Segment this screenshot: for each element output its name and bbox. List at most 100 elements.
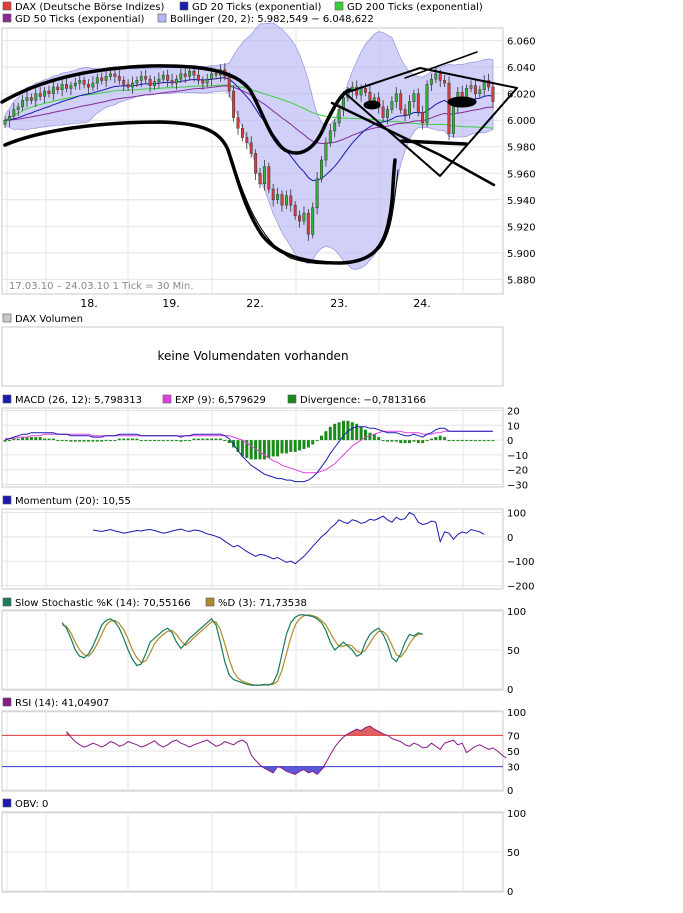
divergence-bar bbox=[78, 440, 82, 442]
legend-swatch-rsi bbox=[2, 697, 12, 707]
divergence-bar bbox=[139, 440, 143, 442]
candle-body bbox=[289, 195, 293, 206]
candle-body bbox=[232, 90, 236, 118]
candle-body bbox=[170, 80, 174, 84]
divergence-bar bbox=[7, 440, 11, 442]
candle-body bbox=[408, 101, 411, 116]
y-tick-label: 0 bbox=[507, 685, 513, 696]
divergence-bar bbox=[157, 440, 161, 442]
candle-body bbox=[117, 76, 121, 81]
y-tick-label: 10 bbox=[507, 421, 520, 432]
candle-body bbox=[38, 93, 42, 97]
y-tick-label: 0 bbox=[507, 887, 513, 898]
candle-body bbox=[51, 86, 55, 94]
divergence-bar bbox=[390, 440, 394, 442]
legend-swatch-volume bbox=[2, 313, 12, 323]
candle-body bbox=[280, 194, 284, 206]
volume-panel: DAX Volumen keine Volumendaten vorhanden bbox=[1, 313, 504, 387]
candle-body bbox=[25, 97, 29, 101]
legend-label-gd200: GD 200 Ticks (exponential) bbox=[347, 2, 483, 13]
divergence-bar bbox=[377, 437, 381, 441]
candle-body bbox=[153, 81, 156, 86]
y-tick-label: 100 bbox=[507, 708, 526, 719]
y-tick-label: 70 bbox=[507, 731, 520, 742]
divergence-bar bbox=[249, 440, 253, 460]
candle-body bbox=[293, 204, 297, 216]
divergence-bar bbox=[258, 440, 262, 460]
divergence-bar bbox=[276, 440, 280, 457]
divergence-bar bbox=[205, 438, 209, 441]
candle-body bbox=[179, 73, 183, 80]
divergence-bar bbox=[421, 440, 425, 444]
divergence-bar bbox=[73, 440, 77, 442]
divergence-bar bbox=[196, 438, 200, 441]
candle-body bbox=[192, 70, 196, 76]
divergence-bar bbox=[364, 429, 367, 441]
candle-body bbox=[188, 70, 192, 77]
stochastic-panel: Slow Stochastic %K (14): 70,55166 %D (3)… bbox=[1, 597, 526, 696]
candle-body bbox=[311, 207, 315, 235]
candle-body bbox=[254, 153, 258, 174]
legend-swatch-obv bbox=[2, 798, 12, 808]
candle-body bbox=[425, 84, 429, 124]
candle-body bbox=[271, 188, 275, 201]
divergence-bar bbox=[51, 438, 55, 441]
divergence-bar bbox=[82, 440, 86, 442]
divergence-bar bbox=[34, 437, 38, 441]
divergence-bar bbox=[478, 440, 482, 442]
divergence-bar bbox=[324, 431, 328, 441]
candle-body bbox=[183, 73, 187, 77]
candle-body bbox=[214, 73, 218, 76]
candle-body bbox=[364, 88, 367, 93]
legend-swatch-stoch-k bbox=[2, 597, 12, 607]
y-tick-label: 50 bbox=[507, 747, 520, 758]
divergence-bar bbox=[192, 438, 196, 441]
candle-body bbox=[267, 166, 271, 190]
candle-body bbox=[421, 111, 425, 124]
divergence-bar bbox=[438, 435, 442, 441]
divergence-bar bbox=[284, 440, 288, 454]
candle-body bbox=[12, 109, 16, 117]
divergence-bar bbox=[262, 440, 266, 460]
divergence-bar bbox=[280, 440, 284, 454]
candle-body bbox=[315, 178, 319, 209]
divergence-bar bbox=[60, 440, 64, 442]
candle-body bbox=[240, 127, 244, 138]
divergence-bar bbox=[465, 440, 469, 442]
divergence-bar bbox=[170, 440, 174, 442]
divergence-bar bbox=[456, 440, 460, 442]
macd-y-ticks: 20 10 0 −10 −20 −30 bbox=[507, 406, 528, 491]
divergence-bar bbox=[201, 438, 205, 441]
divergence-bar bbox=[311, 440, 315, 445]
candle-body bbox=[258, 173, 262, 185]
candle-body bbox=[333, 122, 337, 132]
y-tick-label: 6.000 bbox=[507, 116, 536, 127]
divergence-bar bbox=[122, 438, 126, 441]
candle-body bbox=[95, 77, 99, 84]
legend-label-exp: EXP (9): 6,579629 bbox=[175, 395, 266, 406]
legend-label-gd20: GD 20 Ticks (exponential) bbox=[192, 2, 321, 13]
divergence-bar bbox=[337, 422, 341, 441]
divergence-bar bbox=[210, 438, 214, 441]
candle-body bbox=[438, 73, 442, 81]
divergence-bar bbox=[161, 440, 165, 442]
divergence-bar bbox=[430, 438, 433, 441]
candle-body bbox=[87, 84, 90, 88]
divergence-bar bbox=[328, 426, 332, 441]
y-tick-label: 100 bbox=[507, 607, 526, 618]
y-tick-label: −30 bbox=[507, 481, 528, 492]
y-tick-label: −20 bbox=[507, 466, 528, 477]
divergence-bar bbox=[333, 423, 337, 441]
legend-label-rsi: RSI (14): 41,04907 bbox=[15, 698, 109, 709]
divergence-bar bbox=[183, 440, 187, 442]
annotation-scribble-2 bbox=[363, 100, 381, 110]
rsi-y-ticks: 100 70 50 30 0 bbox=[507, 708, 526, 797]
divergence-bar bbox=[188, 440, 192, 442]
divergence-bar bbox=[113, 440, 117, 442]
candle-body bbox=[78, 80, 82, 84]
candle-body bbox=[34, 93, 38, 101]
divergence-bar bbox=[218, 438, 222, 441]
divergence-bar bbox=[320, 435, 323, 441]
divergence-bar bbox=[109, 440, 112, 442]
legend-swatch-momentum bbox=[2, 495, 12, 505]
